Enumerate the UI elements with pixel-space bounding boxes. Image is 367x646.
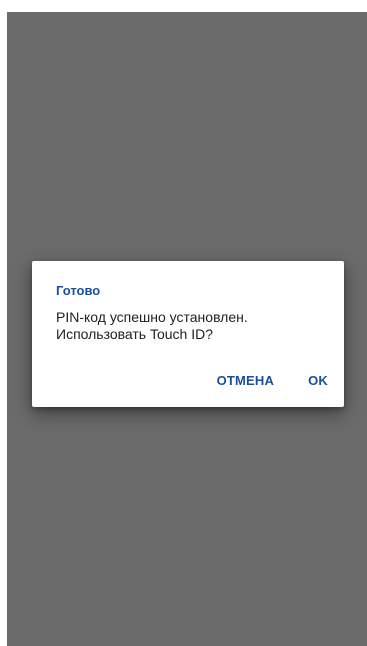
dialog-title: Готово — [56, 283, 101, 298]
cancel-button[interactable]: ОТМЕНА — [209, 367, 283, 394]
touch-id-dialog: Готово PIN-код успешно установлен. Испол… — [32, 261, 344, 407]
dialog-actions: ОТМЕНА OK — [209, 366, 344, 394]
dialog-message: PIN-код успешно установлен. Использовать… — [56, 309, 326, 343]
ok-button[interactable]: OK — [300, 367, 336, 394]
dialog-message-line-2: Использовать Touch ID? — [56, 326, 214, 342]
dialog-message-line-1: PIN-код успешно установлен. — [56, 309, 248, 325]
